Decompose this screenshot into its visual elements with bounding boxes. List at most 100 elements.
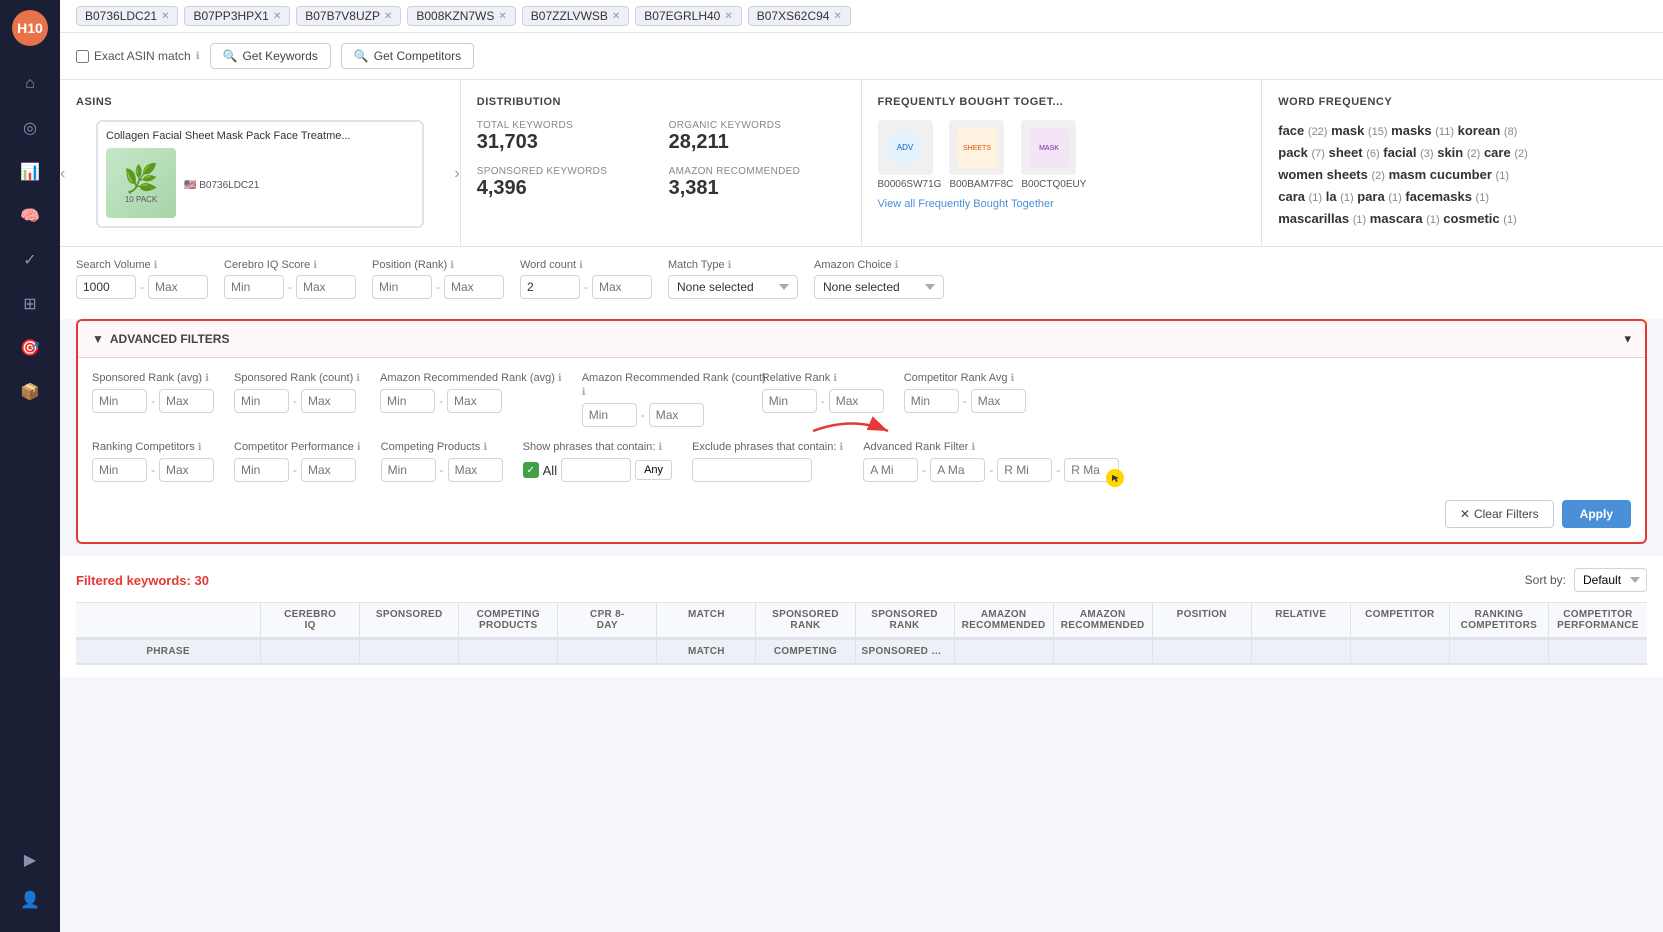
asin-tag-7[interactable]: B07XS62C94 ✕ — [748, 6, 851, 26]
src-max[interactable] — [301, 389, 356, 413]
show-phrases-all-check[interactable]: ✓ — [523, 462, 539, 478]
asin-tag-2[interactable]: B07PP3HPX1 ✕ — [184, 6, 290, 26]
show-phrases-input[interactable] — [561, 458, 631, 482]
sidebar-item-brain[interactable]: 🧠 — [12, 198, 48, 234]
total-keywords: TOTAL KEYWORDS 31,703 — [477, 120, 653, 154]
th-sub-rel — [1252, 640, 1351, 663]
amazon-choice-select[interactable]: None selected — [814, 275, 944, 299]
sidebar-logo[interactable]: H10 — [12, 10, 48, 46]
sidebar-item-box[interactable]: 📦 — [12, 374, 48, 410]
arf-r-min[interactable] — [997, 458, 1052, 482]
fbt-card-title: FREQUENTLY BOUGHT TOGET... — [878, 96, 1246, 108]
remove-asin-4[interactable]: ✕ — [498, 11, 506, 22]
arf-a-max[interactable] — [930, 458, 985, 482]
arra-min[interactable] — [380, 389, 435, 413]
view-all-fbt-link[interactable]: View all Frequently Bought Together — [878, 198, 1246, 210]
asin-tag-4[interactable]: B008KZN7WS ✕ — [407, 6, 515, 26]
search-volume-max[interactable] — [148, 275, 208, 299]
cprod-min[interactable] — [381, 458, 436, 482]
sponsored-rank-avg-filter: Sponsored Rank (avg) ℹ - — [92, 372, 214, 427]
th-sub-cpr — [558, 640, 657, 663]
word-count-info: ℹ — [579, 260, 583, 271]
asin-tag-3[interactable]: B07B7V8UZP ✕ — [296, 6, 401, 26]
th-sponsored-rank-2: SponsoredRank — [856, 603, 955, 637]
product-next-button[interactable]: › — [454, 165, 459, 183]
match-type-select[interactable]: None selected — [668, 275, 798, 299]
table-header-sub: Phrase Match Competing Sponsored Rank — [76, 639, 1647, 665]
arf-a-min[interactable] — [863, 458, 918, 482]
advanced-filters-body: Sponsored Rank (avg) ℹ - Sponsored Rank … — [78, 357, 1645, 542]
clear-filters-button[interactable]: ✕ Clear Filters — [1445, 500, 1554, 528]
cra-min[interactable] — [904, 389, 959, 413]
chevron-icon: ▾ — [1624, 331, 1631, 347]
word-count-max[interactable] — [592, 275, 652, 299]
advanced-filters-toggle[interactable]: ▼ ADVANCED FILTERS ▾ — [78, 321, 1645, 357]
exact-asin-info: ℹ — [196, 51, 200, 62]
sort-select[interactable]: Default — [1574, 568, 1647, 592]
remove-asin-2[interactable]: ✕ — [273, 11, 281, 22]
product-flag: 🇺🇸 B0736LDC21 — [184, 180, 259, 191]
competitor-performance-filter: Competitor Performance ℹ - — [234, 441, 361, 482]
cp-min[interactable] — [234, 458, 289, 482]
sra-min[interactable] — [92, 389, 147, 413]
product-prev-button[interactable]: ‹ — [60, 165, 65, 183]
amazon-choice-info: ℹ — [895, 260, 899, 271]
remove-asin-5[interactable]: ✕ — [612, 11, 620, 22]
main-content: B0736LDC21 ✕ B07PP3HPX1 ✕ B07B7V8UZP ✕ B… — [60, 0, 1663, 932]
advanced-rank-filter: Advanced Rank Filter ℹ - - - — [863, 441, 1119, 482]
th-competitor: Competitor — [1351, 603, 1450, 637]
sidebar-item-check[interactable]: ✓ — [12, 242, 48, 278]
remove-asin-7[interactable]: ✕ — [833, 11, 841, 22]
position-rank-min[interactable] — [372, 275, 432, 299]
rc-max[interactable] — [159, 458, 214, 482]
arra-max[interactable] — [447, 389, 502, 413]
sidebar-item-target[interactable]: 🎯 — [12, 330, 48, 366]
rr-max[interactable] — [829, 389, 884, 413]
cprod-max[interactable] — [448, 458, 503, 482]
remove-asin-1[interactable]: ✕ — [161, 11, 169, 22]
exact-asin-checkbox[interactable] — [76, 50, 89, 63]
cerebro-iq-max[interactable] — [296, 275, 356, 299]
src-min[interactable] — [234, 389, 289, 413]
cra-max[interactable] — [971, 389, 1026, 413]
asin-tag-5[interactable]: B07ZZLVWSB ✕ — [522, 6, 630, 26]
asin-tag-1[interactable]: B0736LDC21 ✕ — [76, 6, 178, 26]
cerebro-iq-min[interactable] — [224, 275, 284, 299]
cprod-info: ℹ — [483, 442, 487, 453]
sidebar-item-chart[interactable]: 📊 — [12, 154, 48, 190]
remove-asin-6[interactable]: ✕ — [724, 11, 732, 22]
arrc-max[interactable] — [649, 403, 704, 427]
fbt-item-2: SHEETS B00BAM7F8C — [949, 120, 1013, 190]
sidebar-item-grid[interactable]: ⊞ — [12, 286, 48, 322]
sra-max[interactable] — [159, 389, 214, 413]
sidebar-item-home[interactable]: ⌂ — [12, 66, 48, 102]
arrc-min[interactable] — [582, 403, 637, 427]
distribution-grid: TOTAL KEYWORDS 31,703 ORGANIC KEYWORDS 2… — [477, 120, 845, 200]
sidebar-item-user[interactable]: 👤 — [12, 882, 48, 918]
th-sub-sponsored — [360, 640, 459, 663]
th-sub-phrase: Phrase — [76, 640, 261, 663]
exact-asin-label[interactable]: Exact ASIN match ℹ — [76, 49, 200, 63]
fbt-card: FREQUENTLY BOUGHT TOGET... ADV B0006SW71… — [862, 80, 1263, 246]
word-count-min[interactable] — [520, 275, 580, 299]
distribution-card-title: DISTRIBUTION — [477, 96, 845, 108]
amazon-rec-rank-avg-filter: Amazon Recommended Rank (avg) ℹ - — [380, 372, 562, 427]
search-volume-min[interactable] — [76, 275, 136, 299]
get-competitors-button[interactable]: 🔍 Get Competitors — [341, 43, 474, 69]
cursor-indicator — [1106, 469, 1124, 487]
apply-button[interactable]: Apply — [1562, 500, 1631, 528]
cp-max[interactable] — [301, 458, 356, 482]
asin-tag-6[interactable]: B07EGRLH40 ✕ — [635, 6, 741, 26]
svg-text:ADV: ADV — [897, 143, 914, 152]
rr-min[interactable] — [762, 389, 817, 413]
sidebar-item-search[interactable]: ◎ — [12, 110, 48, 146]
sponsored-keywords: SPONSORED KEYWORDS 4,396 — [477, 166, 653, 200]
remove-asin-3[interactable]: ✕ — [384, 11, 392, 22]
show-phrases-any-btn[interactable]: Any — [635, 460, 672, 480]
arf-info: ℹ — [971, 442, 975, 453]
position-rank-max[interactable] — [444, 275, 504, 299]
exclude-phrases-input[interactable] — [692, 458, 812, 482]
get-keywords-button[interactable]: 🔍 Get Keywords — [210, 43, 331, 69]
rc-min[interactable] — [92, 458, 147, 482]
sidebar-item-play[interactable]: ▶ — [12, 842, 48, 878]
